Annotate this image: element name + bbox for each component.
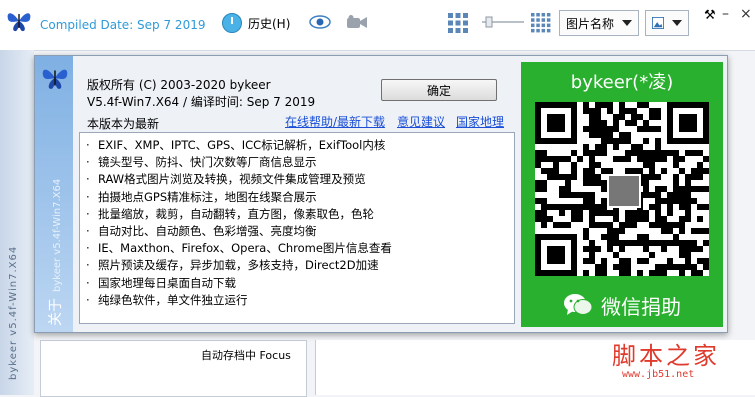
list-item: · 批量缩放，裁剪，自动翻转，直方图，像素取色，色轮: [86, 206, 374, 221]
video-camera-icon[interactable]: [346, 15, 368, 29]
folder-item[interactable]: 自动存档中 Focus: [201, 347, 291, 363]
version-text: V5.4f-Win7.X64 / 编译时间: Sep 7 2019: [87, 95, 316, 109]
dialog-side-title: 关于 bykeer v5.4f-Win7.X64: [45, 179, 65, 326]
butterfly-logo-icon: [7, 13, 31, 32]
sort-select[interactable]: 图片名称: [559, 10, 639, 36]
help-link[interactable]: 在线帮助/最新下载: [285, 113, 385, 130]
qr-center-avatar: [607, 174, 641, 208]
view-mode-select[interactable]: [645, 10, 689, 36]
butterfly-logo-icon: [42, 69, 68, 89]
list-item: · IE、Maxthon、Firefox、Opera、Chrome图片信息查看: [86, 241, 392, 256]
list-item: · 自动对比、自动颜色、色彩增强、亮度均衡: [86, 223, 317, 238]
wechat-label: 微信捐助: [601, 294, 681, 319]
minimize-button[interactable]: –: [722, 6, 729, 22]
eye-icon[interactable]: [309, 15, 331, 29]
history-label: 历史(H): [248, 16, 291, 31]
wechat-icon: [564, 294, 593, 315]
clock-icon: [222, 13, 242, 33]
watermark-main: 脚本之家: [612, 342, 720, 370]
wrench-icon[interactable]: ⚒: [704, 8, 716, 23]
top-toolbar: Compiled Date: Sep 7 2019 历史(H) 图片名称 ⚒ –…: [0, 0, 755, 51]
side-title-version: bykeer v5.4f-Win7.X64: [52, 178, 63, 292]
list-item: · 国家地理每日桌面自动下载: [86, 275, 236, 290]
wechat-donate: 微信捐助: [521, 288, 723, 322]
dialog-side-band: 关于 bykeer v5.4f-Win7.X64: [35, 56, 73, 332]
side-title-text: 关于: [48, 298, 64, 326]
list-item: · 照片预读及缓存，异步加载，多核支持，Direct2D加速: [86, 258, 379, 273]
qr-code-icon: [535, 102, 709, 276]
slider-icon[interactable]: [482, 16, 524, 28]
grid-large-icon[interactable]: [447, 12, 469, 34]
list-item: · EXIF、XMP、IPTC、GPS、ICC标记解析，ExifTool内核: [86, 138, 386, 152]
feedback-link[interactable]: 意见建议: [397, 113, 445, 130]
main-left-strip-text: bykeer v5.4f-Win7.X64: [8, 245, 19, 380]
list-item: · 拍摄地点GPS精准标注，地图在线聚合展示: [86, 189, 317, 204]
donation-panel: bykeer(*凌) 微信捐助: [521, 62, 723, 327]
watermark: 脚本之家 www.jb51.net: [612, 336, 720, 380]
ok-button[interactable]: 确定: [381, 79, 497, 101]
feature-list[interactable]: · EXIF、XMP、IPTC、GPS、ICC标记解析，ExifTool内核 · 镜…: [79, 132, 515, 324]
history-button[interactable]: 历史(H): [222, 10, 290, 36]
about-dialog: 关于 bykeer v5.4f-Win7.X64 版权所有 (C) 2003-20…: [34, 55, 728, 333]
chevron-down-icon: [672, 20, 682, 26]
folder-tree-pane[interactable]: 自动存档中 Focus: [40, 340, 307, 397]
latest-status: 本版本为最新: [87, 117, 160, 131]
qr-title: bykeer(*凌): [570, 72, 674, 93]
copyright-text: 版权所有 (C) 2003-2020 bykeer: [87, 78, 271, 92]
list-item: · RAW格式图片浏览及转换，视频文件集成管理及预览: [86, 172, 366, 187]
chevron-down-icon: [622, 20, 632, 26]
compiled-date: Compiled Date: Sep 7 2019: [40, 18, 206, 32]
grid-small-icon[interactable]: [530, 12, 552, 34]
list-item: · 镜头型号、防抖、快门次数等厂商信息显示: [86, 155, 317, 170]
list-item: · 纯绿色软件，单文件独立运行: [86, 292, 248, 307]
geo-link[interactable]: 国家地理: [456, 113, 504, 130]
image-view-icon: [652, 17, 664, 29]
sort-select-value: 图片名称: [566, 16, 615, 31]
close-button[interactable]: ×: [740, 6, 752, 22]
